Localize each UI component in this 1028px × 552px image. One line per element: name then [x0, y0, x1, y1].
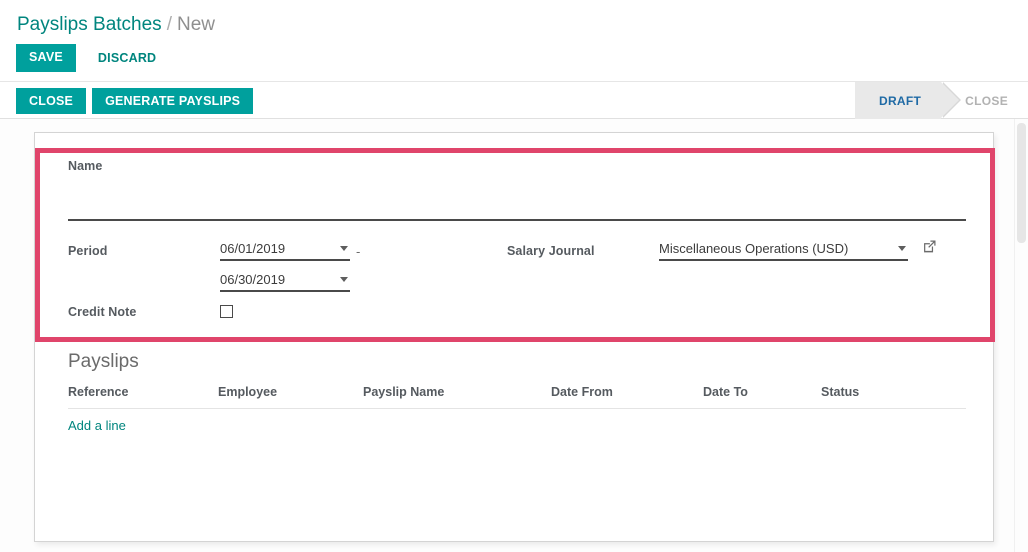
column-header-reference[interactable]: Reference: [68, 385, 218, 409]
column-header-status[interactable]: Status: [821, 385, 966, 409]
payslips-section: Payslips Reference Employee Payslip Name…: [68, 351, 966, 433]
scrollbar-thumb[interactable]: [1017, 123, 1026, 243]
name-field-group: Name: [68, 159, 966, 221]
period-date-stack: -: [220, 241, 360, 292]
form-left-column: Period -: [68, 241, 488, 329]
period-to-line: [220, 272, 360, 292]
discard-button[interactable]: DISCARD: [88, 45, 166, 71]
breadcrumb-current: New: [176, 14, 215, 35]
add-line-cell: Add a line: [68, 409, 966, 433]
table-header-row: Reference Employee Payslip Name Date Fro…: [68, 385, 966, 409]
payslips-table: Reference Employee Payslip Name Date Fro…: [68, 385, 966, 433]
period-date-from-field[interactable]: [220, 241, 350, 261]
generate-payslips-button[interactable]: GENERATE PAYSLIPS: [92, 88, 254, 114]
external-link-icon[interactable]: [922, 239, 937, 254]
salary-journal-input[interactable]: [659, 241, 891, 256]
breadcrumb-separator: /: [166, 14, 172, 35]
period-from-line: -: [220, 241, 360, 261]
breadcrumb: Payslips Batches / New: [17, 13, 215, 37]
column-header-date-from[interactable]: Date From: [551, 385, 703, 409]
sheet-container: Name Period -: [0, 119, 1028, 552]
credit-note-field-group: Credit Note: [68, 302, 488, 319]
vertical-scrollbar[interactable]: [1014, 119, 1028, 552]
save-button[interactable]: SAVE: [16, 44, 76, 72]
chevron-down-icon[interactable]: [340, 246, 348, 251]
odoo-form-view: Payslips Batches / New SAVE DISCARD CLOSE …: [0, 0, 1028, 552]
credit-note-checkbox[interactable]: [220, 305, 233, 318]
chevron-down-icon[interactable]: [898, 246, 906, 251]
name-input[interactable]: [68, 191, 966, 221]
salary-journal-label: Salary Journal: [507, 244, 595, 258]
action-buttons: CLOSE GENERATE PAYSLIPS: [16, 88, 254, 114]
payslips-title: Payslips: [68, 351, 139, 372]
add-a-line-link[interactable]: Add a line: [68, 418, 126, 433]
credit-note-label: Credit Note: [68, 305, 137, 319]
period-date-from-input[interactable]: [220, 241, 324, 256]
control-panel-buttons: SAVE DISCARD: [16, 44, 166, 72]
add-line-row: Add a line: [68, 409, 966, 433]
status-item-close-label: CLOSE: [965, 93, 1008, 108]
period-range-separator: -: [356, 243, 361, 259]
form-sheet: Name Period -: [34, 132, 995, 542]
column-header-employee[interactable]: Employee: [218, 385, 363, 409]
period-date-to-input[interactable]: [220, 272, 324, 287]
close-button[interactable]: CLOSE: [16, 88, 87, 114]
column-header-date-to[interactable]: Date To: [703, 385, 821, 409]
period-date-to-field[interactable]: [220, 272, 350, 292]
statusbar: DRAFT CLOSE: [854, 82, 1028, 119]
column-header-payslip-name[interactable]: Payslip Name: [363, 385, 551, 409]
period-field-group: Period -: [68, 241, 488, 292]
period-label: Period: [68, 244, 108, 258]
form-right-column: Salary Journal: [507, 239, 937, 271]
name-label: Name: [68, 159, 103, 173]
salary-journal-field[interactable]: [659, 241, 908, 261]
salary-journal-field-group: Salary Journal: [507, 239, 937, 261]
table-body: Add a line: [68, 409, 966, 433]
breadcrumb-root-link[interactable]: Payslips Batches: [17, 14, 162, 35]
status-item-draft[interactable]: DRAFT: [854, 82, 962, 119]
chevron-down-icon[interactable]: [340, 277, 348, 282]
status-item-draft-label: DRAFT: [878, 93, 922, 108]
control-panel: Payslips Batches / New SAVE DISCARD: [0, 0, 1028, 82]
action-row: CLOSE GENERATE PAYSLIPS DRAFT CLOSE: [0, 82, 1028, 119]
